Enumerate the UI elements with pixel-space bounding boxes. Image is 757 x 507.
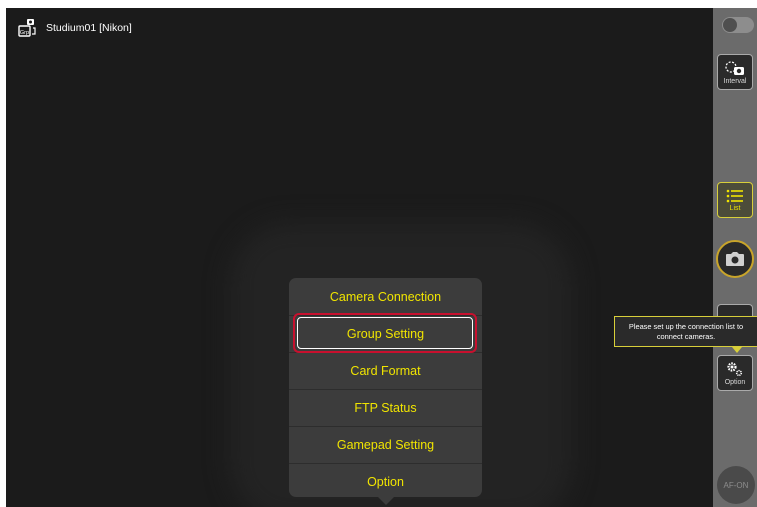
- header-bar: Grp Studium01 [Nikon]: [18, 17, 132, 39]
- menu-item-card-format[interactable]: Card Format: [289, 353, 482, 389]
- option-button[interactable]: Option: [717, 355, 753, 391]
- af-on-button[interactable]: AF-ON: [717, 466, 755, 504]
- highlight-inner-border: [297, 317, 473, 349]
- right-control-sidebar: Interval List LV Option AF-ON: [713, 8, 757, 507]
- settings-menu: Camera Connection Group Setting Card For…: [289, 278, 482, 505]
- interval-timer-icon: [725, 60, 744, 75]
- menu-item-gamepad-setting[interactable]: Gamepad Setting: [289, 427, 482, 463]
- group-setting-highlight: [293, 313, 477, 353]
- toggle-knob: [723, 18, 737, 32]
- menu-item-label: Option: [367, 475, 404, 489]
- mode-toggle[interactable]: [722, 17, 754, 33]
- menu-item-camera-connection[interactable]: Camera Connection: [289, 279, 482, 315]
- tooltip-pointer: [732, 347, 742, 353]
- gear-icon: [727, 361, 743, 376]
- tooltip-text: Please set up the connection list to con…: [628, 321, 744, 341]
- menu-item-label: Gamepad Setting: [336, 438, 435, 452]
- menu-item-ftp-status[interactable]: FTP Status: [289, 390, 482, 426]
- option-label: Option: [724, 378, 746, 386]
- connection-hint-tooltip: Please set up the connection list to con…: [614, 316, 757, 347]
- menu-pointer-arrow: [378, 497, 394, 505]
- menu-item-label: Camera Connection: [329, 290, 442, 304]
- interval-label: Interval: [723, 77, 747, 85]
- shutter-button[interactable]: [716, 240, 754, 278]
- list-icon: [726, 189, 743, 202]
- camera-title: Studium01 [Nikon]: [46, 22, 132, 34]
- list-button[interactable]: List: [717, 182, 753, 218]
- list-label: List: [729, 204, 741, 212]
- menu-item-label: Card Format: [350, 364, 421, 378]
- camera-control-screen: Grp Studium01 [Nikon] Camera Connection …: [6, 8, 713, 507]
- menu-item-option[interactable]: Option: [289, 464, 482, 500]
- af-on-label: AF-ON: [723, 480, 749, 490]
- group-camera-icon: Grp: [18, 19, 36, 37]
- interval-button[interactable]: Interval: [717, 54, 753, 90]
- svg-text:Grp: Grp: [20, 30, 29, 36]
- camera-icon: [726, 252, 744, 266]
- menu-item-label: FTP Status: [354, 401, 417, 415]
